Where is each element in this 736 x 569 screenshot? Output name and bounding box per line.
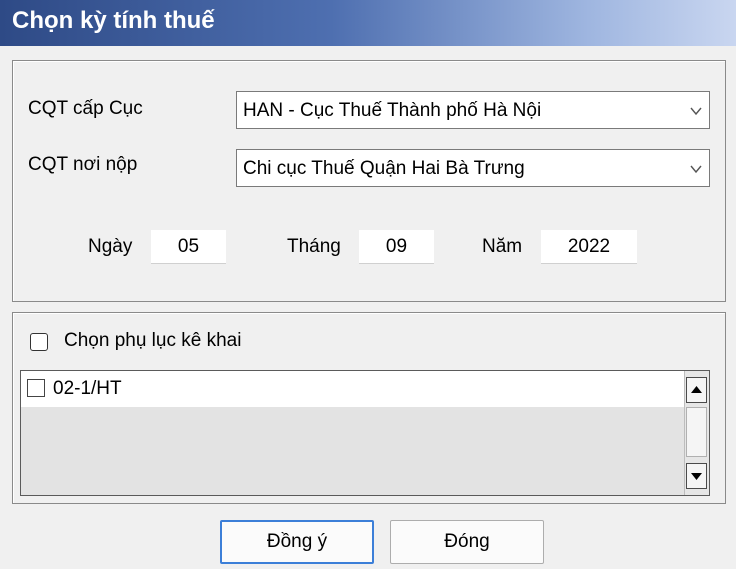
cqt-cap-cuc-combobox[interactable]: HAN - Cục Thuế Thành phố Hà Nội <box>236 91 710 129</box>
window-title: Chọn kỳ tính thuế <box>12 7 215 34</box>
year-input[interactable]: 2022 <box>541 230 637 264</box>
scroll-thumb[interactable] <box>686 407 707 457</box>
year-label: Năm <box>482 236 523 257</box>
cqt-cap-cuc-label: CQT cấp Cục <box>28 98 143 119</box>
list-item[interactable]: 02-1/HT <box>21 371 685 407</box>
month-label: Tháng <box>287 236 341 257</box>
select-appendix-label: Chọn phụ lục kê khai <box>64 330 242 351</box>
ok-button[interactable]: Đồng ý <box>220 520 374 564</box>
vertical-scrollbar[interactable] <box>684 371 709 495</box>
select-appendix-checkbox[interactable] <box>30 333 48 351</box>
arrow-up-icon <box>691 386 702 393</box>
cqt-noi-nop-label: CQT nơi nộp <box>28 154 138 175</box>
chevron-down-icon <box>690 107 702 116</box>
scroll-up-button[interactable] <box>686 377 707 403</box>
appendix-item-label: 02-1/HT <box>53 378 122 399</box>
close-button[interactable]: Đóng <box>390 520 544 564</box>
cqt-noi-nop-value: Chi cục Thuế Quận Hai Bà Trưng <box>243 158 525 179</box>
day-input[interactable]: 05 <box>151 230 226 264</box>
scroll-down-button[interactable] <box>686 463 707 489</box>
chevron-down-icon <box>690 165 702 174</box>
cqt-noi-nop-combobox[interactable]: Chi cục Thuế Quận Hai Bà Trưng <box>236 149 710 187</box>
cqt-cap-cuc-value: HAN - Cục Thuế Thành phố Hà Nội <box>243 100 542 121</box>
arrow-down-icon <box>691 473 702 480</box>
appendix-list[interactable]: 02-1/HT <box>20 370 710 496</box>
month-input[interactable]: 09 <box>359 230 434 264</box>
day-label: Ngày <box>88 236 133 257</box>
appendix-item-checkbox[interactable] <box>27 379 45 397</box>
title-bar: Chọn kỳ tính thuế <box>0 0 736 46</box>
